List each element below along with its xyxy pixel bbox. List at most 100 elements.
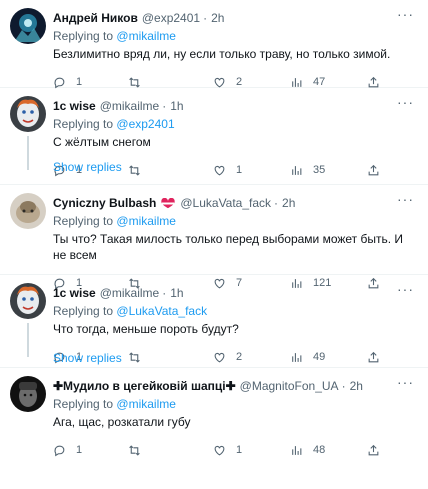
author-handle[interactable]: @mikailme bbox=[100, 286, 160, 300]
tweet[interactable]: Андрей Ников @exp2401 · 2h ··· Replying … bbox=[0, 0, 428, 88]
like-icon bbox=[214, 352, 225, 362]
timestamp[interactable]: 2h bbox=[211, 11, 224, 25]
timestamp[interactable]: 2h bbox=[350, 379, 363, 393]
tweet-text: Что тогда, меньше пороть будут? bbox=[53, 322, 239, 336]
more-icon[interactable]: ··· bbox=[397, 281, 414, 297]
thread-line bbox=[27, 136, 29, 170]
like-button[interactable]: 1 bbox=[213, 444, 290, 457]
avatar[interactable] bbox=[10, 96, 46, 132]
replying-prefix: Replying to bbox=[53, 117, 114, 131]
share-icon bbox=[368, 76, 379, 87]
retweet-icon bbox=[129, 164, 140, 176]
views-button[interactable]: 49 bbox=[290, 351, 367, 364]
more-icon[interactable]: ··· bbox=[397, 374, 414, 390]
replying-prefix: Replying to bbox=[53, 304, 114, 318]
avatar[interactable] bbox=[10, 376, 46, 412]
more-icon[interactable]: ··· bbox=[397, 191, 414, 207]
share-button[interactable] bbox=[367, 164, 380, 177]
tweet[interactable]: ✚Мудило в цегейковій шапці✚ @MagnitoFon_… bbox=[0, 368, 428, 489]
retweet-button[interactable] bbox=[128, 164, 213, 177]
reply-button[interactable]: 1 bbox=[53, 444, 128, 457]
tweet-text: Ага, щас, розкатали губу bbox=[53, 415, 191, 429]
view-count: 35 bbox=[313, 164, 326, 176]
replying-to: Replying to @mikailme bbox=[53, 29, 418, 43]
tweet[interactable]: Cyniczny Bulbash @LukaVata_fack · 2h ···… bbox=[0, 185, 428, 289]
views-icon bbox=[292, 445, 302, 455]
like-icon bbox=[214, 165, 225, 175]
author-name[interactable]: Cyniczny Bulbash bbox=[53, 196, 156, 210]
separator-dot: · bbox=[162, 99, 167, 113]
views-icon bbox=[292, 165, 302, 175]
like-button[interactable]: 2 bbox=[213, 351, 290, 364]
author-name[interactable]: ✚Мудило в цегейковій шапці✚ bbox=[53, 379, 236, 393]
author-handle[interactable]: @LukaVata_fack bbox=[180, 196, 271, 210]
separator-dot: · bbox=[341, 379, 346, 393]
share-button[interactable] bbox=[367, 76, 380, 89]
views-button[interactable]: 48 bbox=[290, 444, 367, 457]
timestamp[interactable]: 1h bbox=[170, 286, 183, 300]
tweet[interactable]: 1c wise @mikailme · 1h ··· Replying to @… bbox=[0, 275, 428, 367]
like-icon bbox=[214, 77, 225, 87]
avatar[interactable] bbox=[10, 193, 46, 229]
action-bar: 1 1 48 bbox=[53, 442, 418, 458]
tweet-text: С жёлтым снегом bbox=[53, 135, 151, 149]
replying-mention[interactable]: @exp2401 bbox=[116, 117, 174, 131]
retweet-button[interactable] bbox=[128, 444, 213, 457]
views-icon bbox=[292, 77, 302, 87]
replying-mention[interactable]: @mikailme bbox=[116, 397, 176, 411]
author-name[interactable]: 1c wise bbox=[53, 286, 96, 300]
share-icon bbox=[368, 351, 379, 362]
reply-button[interactable]: 1 bbox=[53, 76, 128, 89]
replying-prefix: Replying to bbox=[53, 397, 114, 411]
like-button[interactable]: 1 bbox=[213, 164, 290, 177]
retweet-button[interactable] bbox=[128, 351, 213, 364]
avatar[interactable] bbox=[10, 8, 46, 44]
views-button[interactable]: 35 bbox=[290, 164, 367, 177]
tweet-text: Безлимитно вряд ли, ну если только траву… bbox=[53, 47, 391, 61]
like-button[interactable]: 2 bbox=[213, 76, 290, 89]
more-icon[interactable]: ··· bbox=[397, 94, 414, 110]
timestamp[interactable]: 2h bbox=[282, 196, 295, 210]
timestamp[interactable]: 1h bbox=[170, 99, 183, 113]
reply-icon bbox=[54, 77, 65, 88]
like-count: 2 bbox=[236, 76, 243, 88]
reply-icon bbox=[54, 445, 65, 456]
heart-badge-icon bbox=[161, 197, 176, 208]
separator-dot: · bbox=[162, 286, 167, 300]
views-icon bbox=[292, 352, 302, 362]
like-count: 1 bbox=[236, 164, 243, 176]
retweet-icon bbox=[129, 76, 140, 88]
reply-count: 1 bbox=[76, 76, 83, 88]
like-count: 1 bbox=[236, 444, 243, 456]
tweet[interactable]: 1c wise @mikailme · 1h ··· Replying to @… bbox=[0, 88, 428, 184]
replying-mention[interactable]: @mikailme bbox=[116, 29, 176, 43]
author-name[interactable]: Андрей Ников bbox=[53, 11, 138, 25]
replying-to: Replying to @mikailme bbox=[53, 397, 418, 411]
share-button[interactable] bbox=[367, 351, 380, 364]
more-icon[interactable]: ··· bbox=[397, 6, 414, 22]
replying-mention[interactable]: @mikailme bbox=[116, 214, 176, 228]
share-icon bbox=[368, 444, 379, 455]
show-replies-link[interactable]: Show replies bbox=[53, 351, 122, 365]
replying-to: Replying to @mikailme bbox=[53, 214, 418, 228]
like-icon bbox=[214, 445, 225, 455]
views-button[interactable]: 47 bbox=[290, 76, 367, 89]
view-count: 49 bbox=[313, 351, 326, 363]
show-replies-link[interactable]: Show replies bbox=[53, 160, 122, 174]
separator-dot: · bbox=[274, 196, 279, 210]
retweet-icon bbox=[129, 444, 140, 456]
replying-prefix: Replying to bbox=[53, 214, 114, 228]
replying-mention[interactable]: @LukaVata_fack bbox=[116, 304, 207, 318]
retweet-icon bbox=[129, 351, 140, 363]
replying-to: Replying to @LukaVata_fack bbox=[53, 304, 418, 318]
author-handle[interactable]: @MagnitoFon_UA bbox=[240, 379, 339, 393]
author-name[interactable]: 1c wise bbox=[53, 99, 96, 113]
author-handle[interactable]: @exp2401 bbox=[142, 11, 200, 25]
retweet-button[interactable] bbox=[128, 76, 213, 89]
reply-count: 1 bbox=[76, 444, 83, 456]
view-count: 48 bbox=[313, 444, 326, 456]
author-handle[interactable]: @mikailme bbox=[100, 99, 160, 113]
separator-dot: · bbox=[203, 11, 208, 25]
avatar[interactable] bbox=[10, 283, 46, 319]
share-button[interactable] bbox=[367, 444, 380, 457]
